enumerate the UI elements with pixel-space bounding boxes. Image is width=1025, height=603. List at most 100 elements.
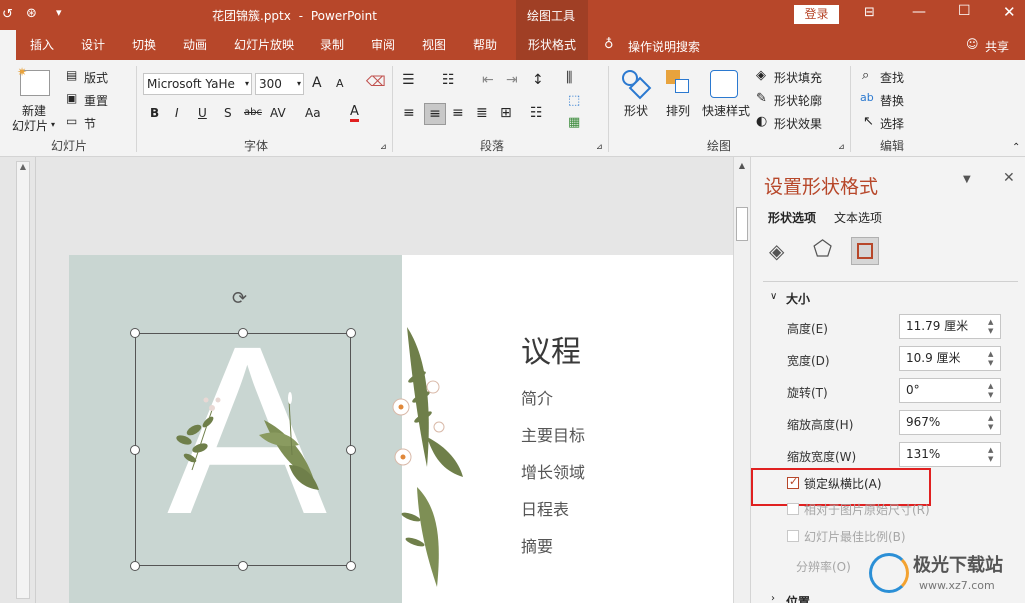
- section-size-header[interactable]: 大小: [786, 290, 810, 307]
- ribbon-display-icon[interactable]: ⊟: [864, 5, 875, 20]
- text-direction-icon[interactable]: ⬚: [568, 93, 580, 108]
- tab-review[interactable]: 审阅: [371, 30, 395, 60]
- shadow-button[interactable]: S: [224, 106, 232, 120]
- quick-access-menu-icon[interactable]: ▾: [56, 6, 62, 19]
- dialog-launcher-icon[interactable]: ⊿: [596, 142, 603, 151]
- shape-effects-button[interactable]: 形状效果: [774, 115, 822, 132]
- spin-arrows-icon[interactable]: ▲ ▼: [988, 318, 998, 336]
- align-center-icon[interactable]: ≡: [424, 103, 446, 125]
- tab-view[interactable]: 视图: [422, 30, 446, 60]
- width-field[interactable]: 10.9 厘米 ▲ ▼: [899, 346, 1001, 371]
- selection-box[interactable]: [135, 333, 351, 566]
- tab-shape-options[interactable]: 形状选项: [768, 209, 816, 226]
- scale-height-field[interactable]: 967% ▲ ▼: [899, 410, 1001, 435]
- find-button[interactable]: 查找: [880, 69, 904, 86]
- new-slide-icon[interactable]: ✷: [17, 65, 50, 96]
- resize-handle-sw[interactable]: [130, 561, 140, 571]
- agenda-item-4[interactable]: 日程表: [521, 496, 569, 520]
- resize-handle-se[interactable]: [346, 561, 356, 571]
- font-name-combo[interactable]: Microsoft YaHe ▾: [143, 73, 252, 95]
- chevron-down-icon[interactable]: ∨: [770, 291, 777, 302]
- tell-me-search[interactable]: 操作说明搜索: [628, 38, 700, 55]
- tab-help[interactable]: 帮助: [473, 30, 497, 60]
- minimize-icon[interactable]: —: [912, 4, 926, 20]
- grow-font-button[interactable]: A: [312, 75, 322, 91]
- increase-indent-icon[interactable]: ⇥: [506, 72, 518, 88]
- select-button[interactable]: 选择: [880, 115, 904, 132]
- tab-slideshow[interactable]: 幻灯片放映: [234, 30, 294, 60]
- change-case-button[interactable]: Aa: [305, 106, 321, 120]
- scroll-thumb[interactable]: [736, 207, 748, 241]
- maximize-icon[interactable]: ☐: [958, 3, 971, 19]
- dialog-launcher-icon[interactable]: ⊿: [838, 142, 845, 151]
- numbering-icon[interactable]: ☷: [442, 72, 455, 88]
- resize-handle-e[interactable]: [346, 445, 356, 455]
- tab-record[interactable]: 录制: [320, 30, 344, 60]
- shape-outline-button[interactable]: 形状轮廓: [774, 92, 822, 109]
- spin-arrows-icon[interactable]: ▲ ▼: [988, 414, 998, 432]
- italic-button[interactable]: I: [175, 106, 179, 120]
- close-icon[interactable]: ✕: [1003, 170, 1015, 186]
- effects-pentagon-icon[interactable]: ⬠: [813, 237, 832, 262]
- slide-title[interactable]: 议程: [521, 327, 581, 371]
- scale-width-field[interactable]: 131% ▲ ▼: [899, 442, 1001, 467]
- replace-button[interactable]: 替换: [880, 92, 904, 109]
- tab-shape-format[interactable]: 形状格式: [516, 30, 588, 60]
- file-tab-edge[interactable]: [0, 30, 16, 60]
- smartart-icon[interactable]: ▦: [568, 115, 580, 130]
- distribute-icon[interactable]: ⊞: [500, 105, 512, 121]
- tab-text-options[interactable]: 文本选项: [834, 209, 882, 226]
- resize-handle-n[interactable]: [238, 328, 248, 338]
- best-scale-checkbox[interactable]: [787, 530, 799, 542]
- align-right-icon[interactable]: ≡: [452, 105, 464, 121]
- spin-arrows-icon[interactable]: ▲ ▼: [988, 350, 998, 368]
- align-left-icon[interactable]: ≡: [403, 105, 415, 121]
- shape-fill-button[interactable]: 形状填充: [774, 69, 822, 86]
- spin-arrows-icon[interactable]: ▲ ▼: [988, 446, 998, 464]
- tab-insert[interactable]: 插入: [30, 30, 54, 60]
- spin-arrows-icon[interactable]: ▲ ▼: [988, 382, 998, 400]
- bold-button[interactable]: B: [150, 106, 159, 120]
- shapes-button[interactable]: 形状: [624, 102, 648, 119]
- chevron-down-icon[interactable]: ▾: [51, 120, 55, 129]
- fill-line-icon[interactable]: ◈: [769, 239, 784, 263]
- decrease-indent-icon[interactable]: ⇤: [482, 72, 494, 88]
- new-slide-button-line2[interactable]: 幻灯片: [12, 117, 48, 134]
- tab-animations[interactable]: 动画: [183, 30, 207, 60]
- slide[interactable]: A ⟳ 议程 简介 主要目标 增长领域 日程表 摘要: [69, 255, 733, 603]
- slide-vertical-scrollbar[interactable]: ▲: [733, 157, 750, 603]
- pane-options-icon[interactable]: ▼: [963, 174, 971, 185]
- agenda-item-1[interactable]: 简介: [521, 385, 553, 409]
- thumbnail-scrollbar[interactable]: ▲: [16, 161, 30, 599]
- reset-button[interactable]: 重置: [84, 92, 108, 109]
- touch-mode-icon[interactable]: ⊛: [26, 6, 37, 21]
- agenda-item-3[interactable]: 增长领域: [521, 459, 585, 483]
- resize-handle-nw[interactable]: [130, 328, 140, 338]
- tab-design[interactable]: 设计: [81, 30, 105, 60]
- quick-styles-button[interactable]: 快速样式: [702, 102, 750, 119]
- quick-styles-icon[interactable]: [710, 70, 738, 98]
- font-size-combo[interactable]: 300 ▾: [255, 73, 304, 95]
- arrange-button[interactable]: 排列: [666, 102, 690, 119]
- layout-button[interactable]: 版式: [84, 69, 108, 86]
- relative-original-checkbox[interactable]: [787, 503, 799, 515]
- scroll-up-icon[interactable]: ▲: [734, 161, 750, 170]
- chevron-right-icon[interactable]: ›: [771, 593, 775, 603]
- shapes-icon[interactable]: [622, 70, 652, 100]
- resize-handle-w[interactable]: [130, 445, 140, 455]
- align-text-icon[interactable]: ☷: [530, 105, 543, 121]
- rotate-handle-icon[interactable]: ⟳: [232, 288, 247, 309]
- clear-format-icon[interactable]: ⌫: [366, 74, 386, 90]
- agenda-item-2[interactable]: 主要目标: [521, 422, 585, 446]
- tab-transitions[interactable]: 切换: [132, 30, 156, 60]
- justify-icon[interactable]: ≣: [476, 105, 488, 121]
- underline-button[interactable]: U: [198, 106, 207, 120]
- scroll-up-icon[interactable]: ▲: [17, 162, 29, 171]
- arrange-icon[interactable]: [666, 70, 692, 98]
- section-button[interactable]: 节: [84, 115, 96, 132]
- line-spacing-icon[interactable]: ↕: [532, 72, 544, 88]
- login-button[interactable]: 登录: [794, 5, 839, 24]
- section-position-header[interactable]: 位置: [786, 593, 810, 603]
- undo-icon[interactable]: ↺: [2, 7, 13, 22]
- shrink-font-button[interactable]: A: [336, 77, 344, 90]
